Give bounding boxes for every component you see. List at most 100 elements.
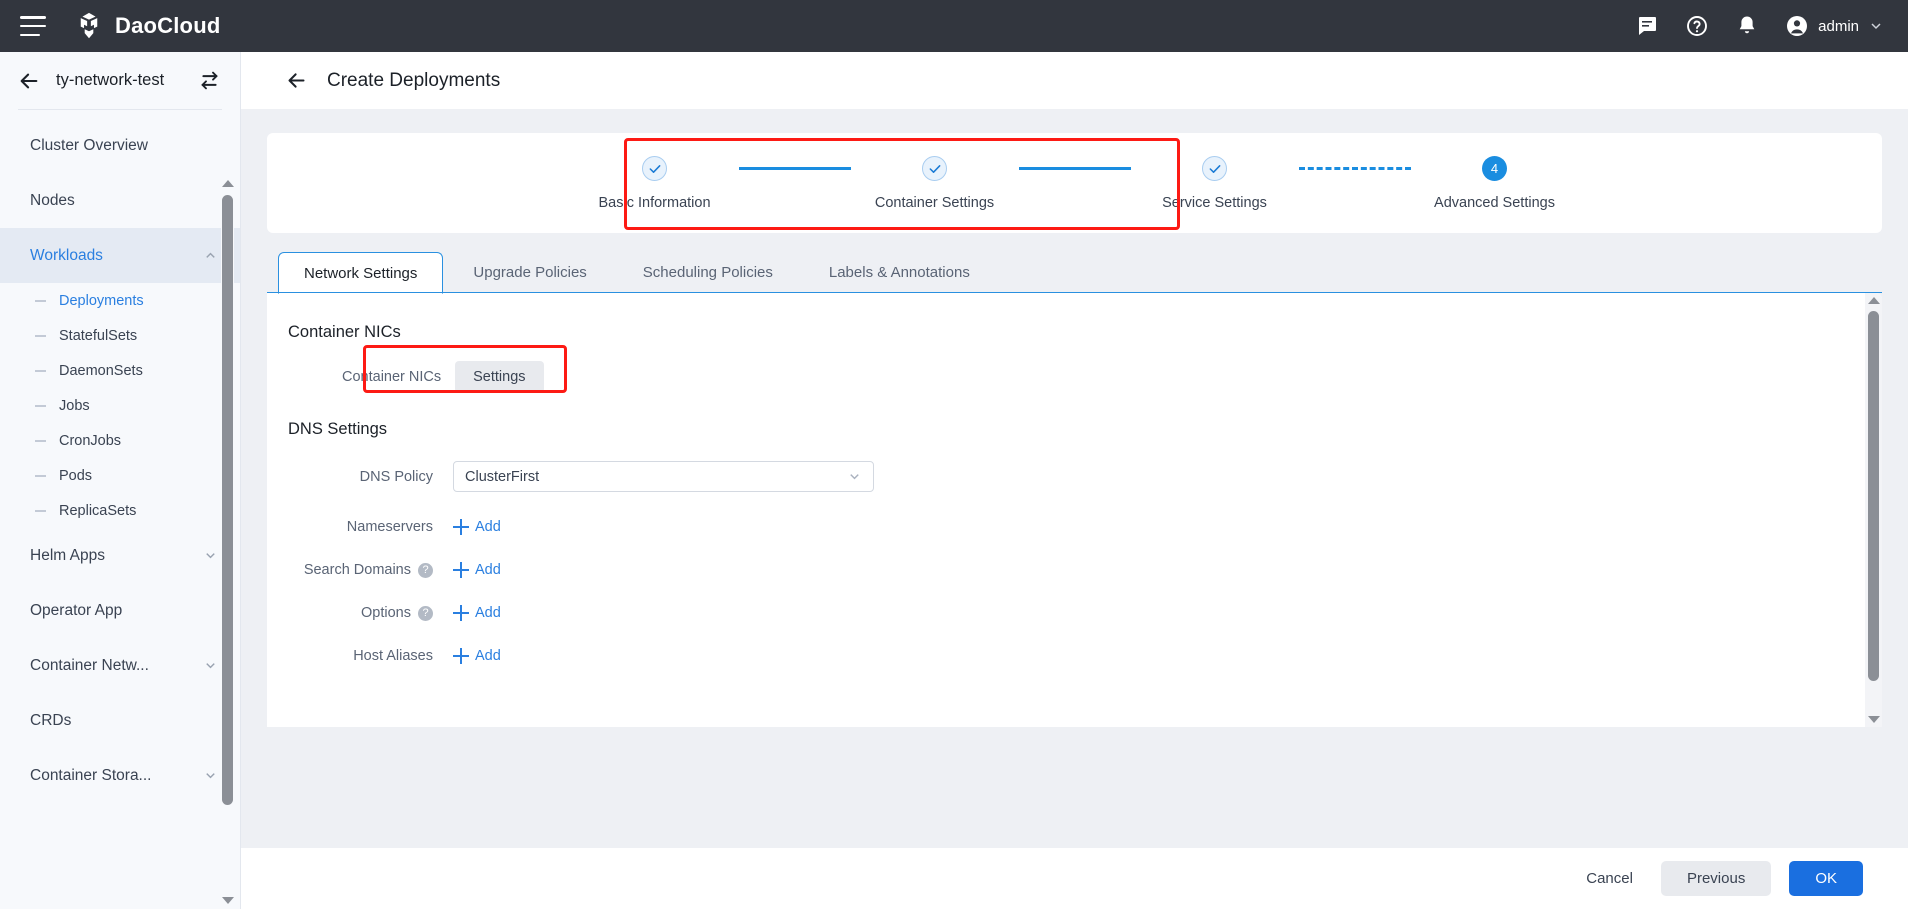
sidebar-item-label: Jobs — [59, 398, 90, 414]
page-title: Create Deployments — [327, 70, 500, 92]
scroll-down-arrow-icon[interactable] — [222, 897, 234, 904]
sidebar-item-pods[interactable]: Pods — [0, 458, 240, 493]
sidebar-item-label: Operator App — [30, 602, 122, 620]
dash-bullet-icon — [35, 510, 46, 512]
dash-bullet-icon — [35, 440, 46, 442]
chevron-down-icon[interactable] — [1868, 18, 1884, 34]
step-marker: 4 — [1482, 156, 1507, 182]
nameservers-add-button[interactable]: Add — [453, 519, 501, 535]
plus-icon — [453, 605, 469, 621]
host-aliases-add-button[interactable]: Add — [453, 648, 501, 664]
sidebar-scrollbar[interactable] — [221, 178, 234, 906]
username-label: admin — [1818, 18, 1859, 35]
step-label: Container Settings — [875, 195, 994, 211]
chevron-down-icon[interactable] — [847, 469, 862, 484]
label-text: Search Domains — [304, 562, 411, 578]
sidebar-item-crds[interactable]: CRDs — [0, 693, 240, 748]
scrollbar-thumb[interactable] — [222, 195, 233, 805]
tab-labels-annotations[interactable]: Labels & Annotations — [803, 251, 996, 293]
search-domains-add-button[interactable]: Add — [453, 562, 501, 578]
step-advanced-settings[interactable]: 4 Advanced Settings — [1411, 156, 1579, 211]
step-marker — [642, 156, 667, 182]
sidebar-item-container-storage[interactable]: Container Stora... — [0, 748, 240, 803]
step-label: Advanced Settings — [1434, 195, 1555, 211]
chevron-up-icon — [203, 248, 218, 263]
add-label: Add — [475, 648, 501, 664]
form-row-options: Options ? Add — [267, 605, 1882, 621]
help-icon[interactable]: ? — [418, 606, 433, 621]
step-label: Service Settings — [1162, 195, 1267, 211]
form-row-nameservers: Nameservers Add — [267, 519, 1882, 535]
back-arrow-icon[interactable] — [18, 70, 40, 92]
add-label: Add — [475, 519, 501, 535]
top-bar: DaoCloud admin — [0, 0, 1908, 52]
bell-icon[interactable] — [1735, 14, 1759, 38]
scroll-up-arrow-icon[interactable] — [1868, 297, 1880, 304]
hamburger-icon[interactable] — [20, 16, 46, 36]
chevron-down-icon — [203, 658, 218, 673]
stepper-card: Basic Information Container Settings — [267, 133, 1882, 233]
help-icon[interactable] — [1685, 14, 1709, 38]
sidebar-item-statefulsets[interactable]: StatefulSets — [0, 318, 240, 353]
help-icon[interactable]: ? — [418, 563, 433, 578]
dash-bullet-icon — [35, 405, 46, 407]
sidebar-item-label: Workloads — [30, 247, 103, 265]
cluster-name: ty-network-test — [56, 71, 164, 90]
tab-scheduling-policies[interactable]: Scheduling Policies — [617, 251, 799, 293]
form-row-search-domains: Search Domains ? Add — [267, 562, 1882, 578]
options-add-button[interactable]: Add — [453, 605, 501, 621]
sidebar-item-daemonsets[interactable]: DaemonSets — [0, 353, 240, 388]
check-circle-icon — [642, 156, 667, 181]
tab-bar: Network Settings Upgrade Policies Schedu… — [267, 251, 1882, 293]
tab-underline — [267, 292, 1882, 293]
sidebar-item-deployments[interactable]: Deployments — [0, 283, 240, 318]
dns-policy-select[interactable]: ClusterFirst — [453, 461, 874, 492]
ok-button[interactable]: OK — [1789, 861, 1863, 896]
sidebar-item-label: CRDs — [30, 712, 71, 730]
panel-scrollbar[interactable] — [1865, 293, 1882, 727]
sidebar-item-replicasets[interactable]: ReplicaSets — [0, 493, 240, 528]
sidebar-item-cronjobs[interactable]: CronJobs — [0, 423, 240, 458]
form-footer: Cancel Previous OK — [241, 847, 1908, 909]
label-text: Host Aliases — [353, 648, 433, 664]
scroll-up-arrow-icon[interactable] — [222, 180, 234, 187]
sidebar-item-workloads[interactable]: Workloads — [0, 228, 240, 283]
step-service-settings[interactable]: Service Settings — [1131, 156, 1299, 211]
sidebar-item-cluster-overview[interactable]: Cluster Overview — [0, 118, 240, 173]
step-marker — [922, 156, 947, 182]
sidebar-item-nodes[interactable]: Nodes — [0, 173, 240, 228]
form-row-host-aliases: Host Aliases Add — [267, 648, 1882, 664]
scrollbar-thumb[interactable] — [1868, 311, 1879, 681]
sidebar-item-label: Deployments — [59, 293, 144, 309]
switch-cluster-icon[interactable] — [199, 70, 220, 91]
scroll-down-arrow-icon[interactable] — [1868, 716, 1880, 723]
page-header: Create Deployments — [241, 52, 1908, 109]
step-container-settings[interactable]: Container Settings — [851, 156, 1019, 211]
tab-network-settings[interactable]: Network Settings — [278, 252, 443, 294]
step-connector-1 — [739, 156, 851, 182]
sidebar-item-operator-app[interactable]: Operator App — [0, 583, 240, 638]
section-title-container-nics: Container NICs — [288, 323, 1882, 342]
sidebar-item-label: Helm Apps — [30, 547, 105, 565]
chat-icon[interactable] — [1635, 14, 1659, 38]
user-menu[interactable]: admin — [1785, 14, 1884, 38]
brand[interactable]: DaoCloud — [74, 11, 220, 41]
cancel-button[interactable]: Cancel — [1576, 861, 1643, 896]
check-circle-icon — [1202, 156, 1227, 181]
step-basic-information[interactable]: Basic Information — [571, 156, 739, 211]
host-aliases-label: Host Aliases — [267, 648, 453, 664]
container-nics-settings-button[interactable]: Settings — [455, 361, 543, 393]
previous-button[interactable]: Previous — [1661, 861, 1771, 896]
sidebar-item-jobs[interactable]: Jobs — [0, 388, 240, 423]
wizard-stepper: Basic Information Container Settings — [571, 156, 1579, 211]
step-marker — [1202, 156, 1227, 182]
back-arrow-icon[interactable] — [286, 70, 307, 91]
sidebar-item-container-network[interactable]: Container Netw... — [0, 638, 240, 693]
sidebar-item-helm-apps[interactable]: Helm Apps — [0, 528, 240, 583]
tab-upgrade-policies[interactable]: Upgrade Policies — [447, 251, 612, 293]
nameservers-label: Nameservers — [267, 519, 453, 535]
form-row-container-nics: Container NICs Settings — [267, 360, 1882, 394]
sidebar-item-label: StatefulSets — [59, 328, 137, 344]
step-label: Basic Information — [598, 195, 710, 211]
brand-name: DaoCloud — [115, 13, 220, 39]
